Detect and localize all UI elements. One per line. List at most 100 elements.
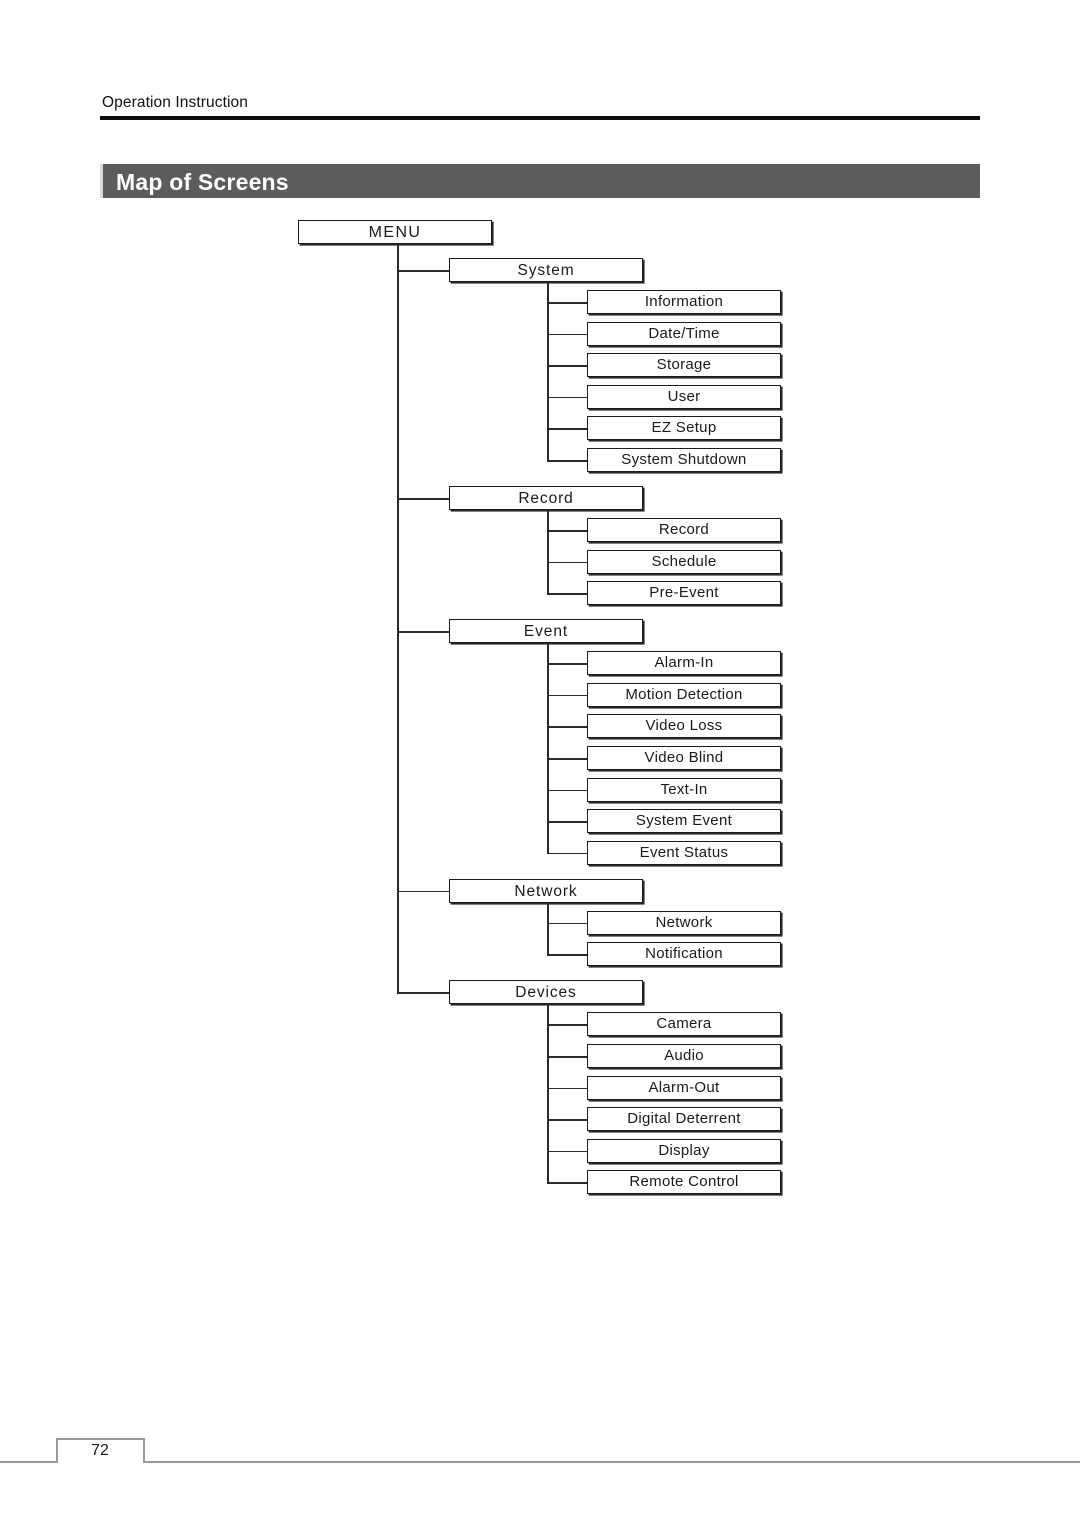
node-devices-display-label: Display xyxy=(658,1141,710,1159)
page-number: 72 xyxy=(91,1442,109,1459)
node-system-system-shutdown-label: System Shutdown xyxy=(621,451,747,468)
node-event-text-in-label: Text-In xyxy=(660,780,708,798)
node-menu-label: MENU xyxy=(368,224,422,241)
connector-menu-system xyxy=(397,270,449,272)
node-event-motion-detection-label: Motion Detection xyxy=(625,685,743,703)
node-system-information: Information xyxy=(587,290,781,314)
node-record-schedule: Schedule xyxy=(587,549,781,574)
node-devices-camera-label: Camera xyxy=(656,1015,712,1033)
connector-system-system-shutdown xyxy=(547,460,587,462)
node-devices-audio: Audio xyxy=(587,1044,781,1068)
spine-network xyxy=(547,902,549,955)
node-network: Network xyxy=(449,878,643,903)
connector-devices-digital-deterrent xyxy=(547,1119,587,1121)
node-devices-camera: Camera xyxy=(587,1012,781,1037)
connector-menu-devices xyxy=(397,992,449,994)
connector-menu-event xyxy=(397,631,449,633)
node-devices-audio-label: Audio xyxy=(664,1047,704,1064)
node-record-record-label: Record xyxy=(658,521,710,538)
node-event-video-loss-label: Video Loss xyxy=(645,717,723,735)
node-system-storage-label: Storage xyxy=(656,356,712,374)
document-page: Operation Instruction Map of Screens MEN… xyxy=(0,0,1080,1526)
connector-event-video-blind xyxy=(547,758,587,760)
connector-record-pre-event xyxy=(547,593,587,595)
node-system-system-shutdown: System Shutdown xyxy=(587,448,781,472)
spine-record xyxy=(547,510,549,594)
connector-record-record xyxy=(547,530,587,532)
node-devices-alarm-out-label: Alarm-Out xyxy=(648,1078,720,1096)
node-system-date-time: Date/Time xyxy=(587,321,781,346)
node-record-schedule-label: Schedule xyxy=(651,552,717,570)
node-devices-remote-control: Remote Control xyxy=(587,1170,781,1195)
connector-system-information xyxy=(547,302,587,304)
node-event-system-event: System Event xyxy=(587,809,781,834)
connector-event-motion-detection xyxy=(547,694,587,697)
node-event-motion-detection: Motion Detection xyxy=(587,682,781,707)
connector-network-notification xyxy=(547,954,587,956)
connector-event-event-status xyxy=(547,852,587,855)
node-network-network-label: Network xyxy=(655,913,713,931)
connector-system-storage xyxy=(547,365,587,367)
node-devices-label: Devices xyxy=(515,984,577,1002)
connector-event-text-in xyxy=(547,789,587,792)
node-network-notification-label: Notification xyxy=(645,945,723,963)
node-system-label: System xyxy=(517,262,575,279)
connector-devices-audio xyxy=(547,1056,587,1058)
node-event-video-loss: Video Loss xyxy=(587,714,781,739)
connector-menu-network xyxy=(397,890,449,893)
node-record-record: Record xyxy=(587,518,781,542)
node-event: Event xyxy=(449,619,643,644)
node-record-pre-event-label: Pre-Event xyxy=(649,584,719,602)
connector-event-system-event xyxy=(547,821,587,823)
node-devices-alarm-out: Alarm-Out xyxy=(587,1075,781,1100)
connector-devices-display xyxy=(547,1150,587,1153)
node-network-label: Network xyxy=(514,882,578,900)
connector-event-alarm-in xyxy=(547,663,587,665)
node-devices-remote-control-label: Remote Control xyxy=(629,1173,739,1191)
node-event-alarm-in-label: Alarm-In xyxy=(654,654,714,672)
node-devices: Devices xyxy=(449,980,643,1005)
connector-network-network xyxy=(547,922,587,925)
node-event-alarm-in: Alarm-In xyxy=(587,651,781,676)
connector-event-video-loss xyxy=(547,726,587,728)
connector-devices-camera xyxy=(547,1024,587,1026)
node-network-network: Network xyxy=(587,910,781,935)
footer-rule-top xyxy=(56,1438,144,1440)
spine-system xyxy=(547,282,549,460)
node-menu: MENU xyxy=(298,220,492,244)
node-devices-digital-deterrent: Digital Deterrent xyxy=(587,1107,781,1132)
node-system-storage: Storage xyxy=(587,353,781,378)
connector-system-ez-setup xyxy=(547,428,587,430)
connector-menu-record xyxy=(397,498,449,500)
node-system-ez-setup-label: EZ Setup xyxy=(651,419,717,437)
node-system-date-time-label: Date/Time xyxy=(648,324,720,342)
node-event-video-blind: Video Blind xyxy=(587,746,781,770)
node-record: Record xyxy=(449,486,643,510)
node-system: System xyxy=(449,258,643,282)
node-system-ez-setup: EZ Setup xyxy=(587,416,781,441)
node-devices-display: Display xyxy=(587,1138,781,1163)
connector-devices-remote-control xyxy=(547,1182,587,1184)
footer-rule-left xyxy=(0,1461,57,1463)
footer-rule-right xyxy=(143,1461,1080,1463)
node-event-event-status-label: Event Status xyxy=(639,843,729,861)
spine-event xyxy=(547,643,549,853)
connector-devices-alarm-out xyxy=(547,1087,587,1090)
connector-record-schedule xyxy=(547,561,587,564)
connector-system-user xyxy=(547,396,587,399)
node-record-label: Record xyxy=(518,490,574,507)
node-event-label: Event xyxy=(523,623,569,641)
node-system-user-label: User xyxy=(667,387,701,405)
screen-map-tree: MENU System Information Date/Time Storage Use… xyxy=(0,0,1080,1526)
node-system-user: User xyxy=(587,384,781,409)
node-devices-digital-deterrent-label: Digital Deterrent xyxy=(627,1110,741,1128)
connector-system-date-time xyxy=(547,333,587,336)
trunk-menu xyxy=(397,244,399,993)
node-event-system-event-label: System Event xyxy=(635,812,733,830)
node-system-information-label: Information xyxy=(644,293,724,310)
node-event-text-in: Text-In xyxy=(587,777,781,802)
spine-devices xyxy=(547,1004,549,1183)
node-record-pre-event: Pre-Event xyxy=(587,581,781,606)
node-network-notification: Notification xyxy=(587,942,781,967)
node-event-event-status: Event Status xyxy=(587,840,781,865)
